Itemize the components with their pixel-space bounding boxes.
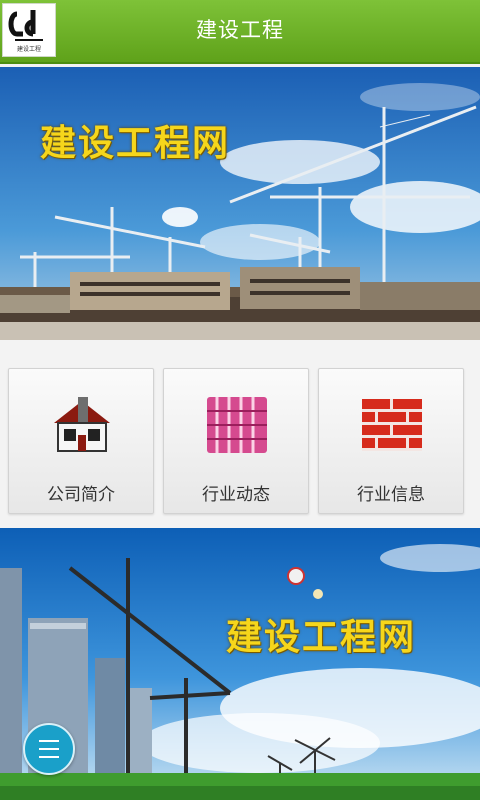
tile-industry-info[interactable]: 行业信息 [318, 368, 464, 514]
banner-caption: 建设工程网 [40, 123, 231, 164]
construction-site-image [0, 67, 480, 340]
tile-industry-news[interactable]: 行业动态 [163, 368, 309, 514]
app-header: 建设工程 建设工程 [0, 0, 480, 64]
tile-company-intro[interactable]: 公司简介 [8, 368, 154, 514]
roof-tiles-icon [207, 397, 267, 453]
category-grid: 公司简介 行业动态 行业信息 [0, 340, 480, 528]
top-banner[interactable]: 建设工程网 [0, 67, 480, 340]
brick-wall-icon [362, 399, 422, 451]
tile-label: 行业动态 [202, 485, 270, 505]
banner-caption: 建设工程网 [226, 617, 417, 658]
tile-label: 行业信息 [357, 485, 425, 505]
page-title: 建设工程 [196, 18, 284, 42]
logo-caption: 建设工程 [16, 46, 41, 53]
tile-label: 公司简介 [47, 485, 115, 505]
hamburger-menu-icon[interactable] [23, 723, 75, 775]
house-icon [54, 397, 110, 452]
